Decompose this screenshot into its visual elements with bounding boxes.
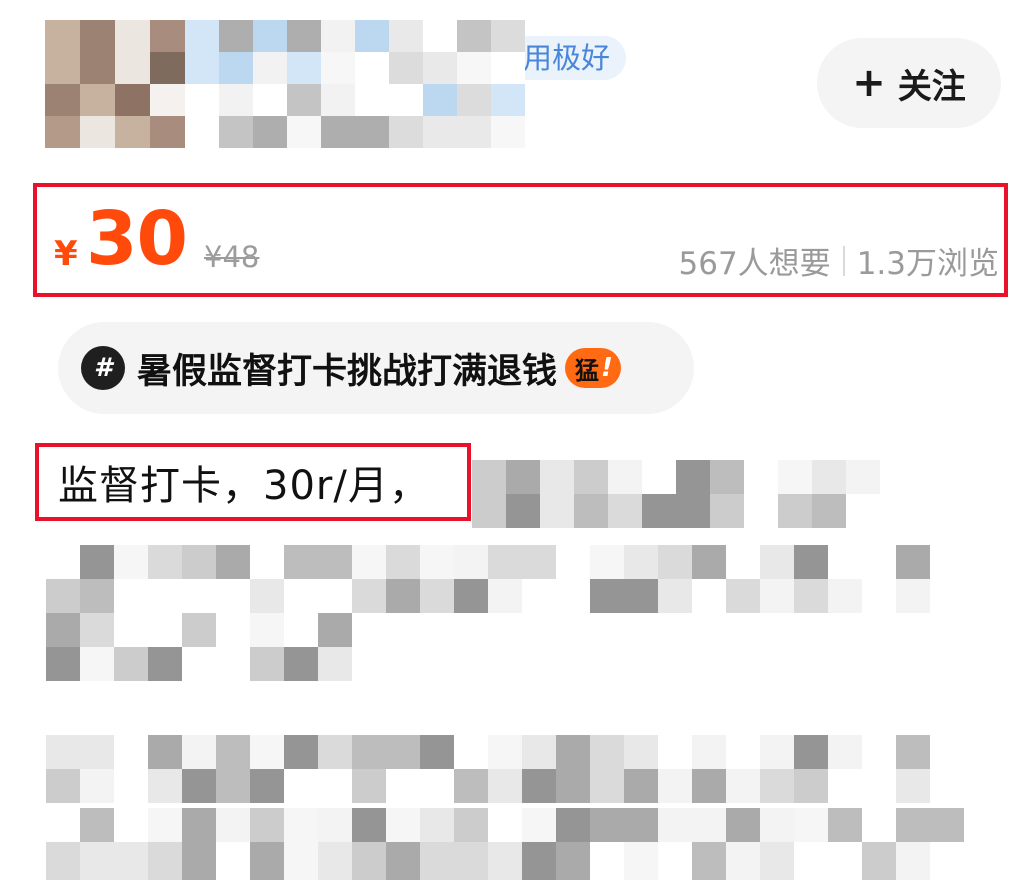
description-text: 监督打卡，30r/月， xyxy=(58,463,430,509)
follow-button[interactable]: + 关注 xyxy=(817,38,1001,128)
seller-name-blurred xyxy=(185,20,525,148)
topic-tag[interactable]: # 暑假监督打卡挑战打满退钱 猛! xyxy=(58,322,694,414)
hashtag-icon: # xyxy=(81,346,125,390)
hot-badge: 猛! xyxy=(565,348,621,388)
view-count: 1.3万浏览 xyxy=(856,246,999,282)
hot-badge-mark: ! xyxy=(601,353,613,383)
original-price: ¥48 xyxy=(204,240,260,274)
follow-label: 关注 xyxy=(897,66,966,107)
credit-badge-label: 用极好 xyxy=(523,41,611,75)
item-stats: 567人想要 1.3万浏览 xyxy=(679,238,999,283)
topic-label: 暑假监督打卡挑战打满退钱 xyxy=(137,351,558,392)
price-amount: 30 xyxy=(86,196,188,282)
want-count: 567人想要 xyxy=(678,246,831,282)
stats-divider xyxy=(842,245,845,276)
plus-icon: + xyxy=(852,60,886,106)
hot-badge-text: 猛 xyxy=(575,356,600,385)
currency-symbol: ¥ xyxy=(54,234,78,274)
avatar[interactable] xyxy=(45,20,185,148)
